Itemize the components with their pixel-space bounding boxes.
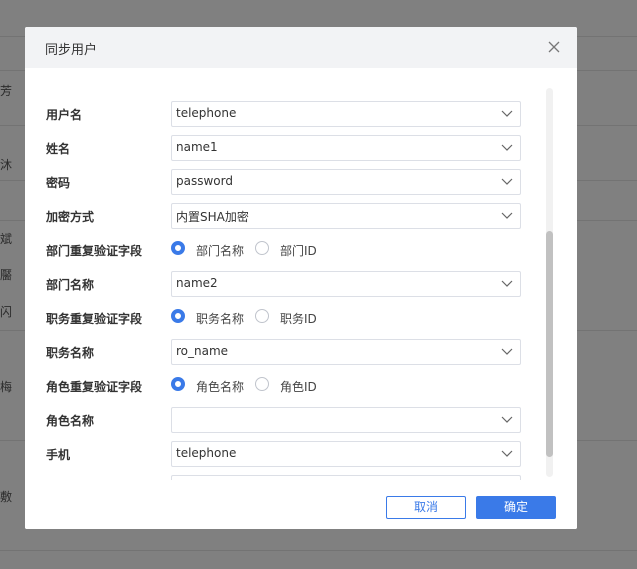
dept-name-select[interactable]: name2 <box>171 271 521 297</box>
dialog-scrollbar[interactable] <box>546 88 553 477</box>
radio-label: 职务名称 <box>196 312 245 326</box>
position-name-select[interactable]: ro_name <box>171 339 521 365</box>
background-text: 敷 <box>0 490 13 504</box>
mobile-select[interactable]: telephone <box>171 441 521 467</box>
select-value: name1 <box>176 140 218 154</box>
radio-unchecked-icon <box>255 377 269 391</box>
radio-label: 角色名称 <box>196 380 245 394</box>
field-label: 部门名称 <box>46 278 95 292</box>
form-row-role-verify: 角色重复验证字段 角色名称 角色ID <box>25 373 577 399</box>
radio-label: 部门ID <box>280 244 317 258</box>
scrollbar-thumb[interactable] <box>546 231 553 457</box>
radio-unchecked-icon <box>255 241 269 255</box>
close-icon <box>548 41 560 53</box>
form-row-mobile: 手机 telephone <box>25 441 577 467</box>
field-label: 用户名 <box>46 108 83 122</box>
form-row-encryption: 加密方式 内置SHA加密 <box>25 203 577 229</box>
background-text: 梅 <box>0 380 13 394</box>
form-row-name: 姓名 name1 <box>25 135 577 161</box>
name-select[interactable]: name1 <box>171 135 521 161</box>
chevron-down-icon <box>501 450 513 457</box>
radio-checked-icon <box>171 309 185 323</box>
select-value: name2 <box>176 276 218 290</box>
select-value: 内置SHA加密 <box>176 210 249 224</box>
dialog-title: 同步用户 <box>45 43 98 58</box>
background-text: 斌 <box>0 232 13 246</box>
confirm-button[interactable]: 确定 <box>476 496 556 519</box>
select-value: password <box>176 174 233 188</box>
select-value: ro_name <box>176 344 229 358</box>
chevron-down-icon <box>501 348 513 355</box>
field-label: 姓名 <box>46 142 71 156</box>
close-button[interactable] <box>547 40 561 54</box>
dialog-header: 同步用户 <box>25 27 577 68</box>
encryption-select[interactable]: 内置SHA加密 <box>171 203 521 229</box>
background-row-divider <box>0 550 637 551</box>
chevron-down-icon <box>501 110 513 117</box>
form-row-dept-name: 部门名称 name2 <box>25 271 577 297</box>
radio-unchecked-icon <box>255 309 269 323</box>
background-text: 芳 <box>0 84 13 98</box>
background-text: 靨 <box>0 268 13 282</box>
chevron-down-icon <box>501 144 513 151</box>
sync-user-dialog: 同步用户 用户名 telephone 姓名 name1 密码 password … <box>25 27 577 529</box>
chevron-down-icon <box>501 178 513 185</box>
form-row-position-name: 职务名称 ro_name <box>25 339 577 365</box>
radio-label: 角色ID <box>280 380 317 394</box>
form-row-dept-verify: 部门重复验证字段 部门名称 部门ID <box>25 237 577 263</box>
chevron-down-icon <box>501 212 513 219</box>
background-text: 闪 <box>0 305 13 319</box>
chevron-down-icon <box>501 416 513 423</box>
field-label: 部门重复验证字段 <box>46 244 143 258</box>
role-name-select[interactable] <box>171 407 521 433</box>
field-label: 加密方式 <box>46 210 95 224</box>
form-row-role-verify: 职务重复验证字段 职务名称 职务ID <box>25 305 577 331</box>
radio-checked-icon <box>171 241 185 255</box>
form-row-role-name: 角色名称 <box>25 407 577 433</box>
form-row-password: 密码 password <box>25 169 577 195</box>
select-value: telephone <box>176 106 237 120</box>
dialog-footer: 取消 确定 <box>25 480 577 529</box>
radio-checked-icon <box>171 377 185 391</box>
username-select[interactable]: telephone <box>171 101 521 127</box>
field-label: 职务重复验证字段 <box>46 312 143 326</box>
chevron-down-icon <box>501 280 513 287</box>
field-label: 角色重复验证字段 <box>46 380 143 394</box>
field-label: 职务名称 <box>46 346 95 360</box>
radio-label: 部门名称 <box>196 244 245 258</box>
cancel-button[interactable]: 取消 <box>386 496 466 519</box>
select-value: telephone <box>176 446 237 460</box>
field-label: 密码 <box>46 176 71 190</box>
dialog-body[interactable]: 用户名 telephone 姓名 name1 密码 password 加密方式 <box>25 68 577 480</box>
password-select[interactable]: password <box>171 169 521 195</box>
background-text: 沐 <box>0 158 13 172</box>
field-label: 角色名称 <box>46 414 95 428</box>
field-label: 手机 <box>46 448 71 462</box>
form-row-username: 用户名 telephone <box>25 101 577 127</box>
radio-label: 职务ID <box>280 312 317 326</box>
